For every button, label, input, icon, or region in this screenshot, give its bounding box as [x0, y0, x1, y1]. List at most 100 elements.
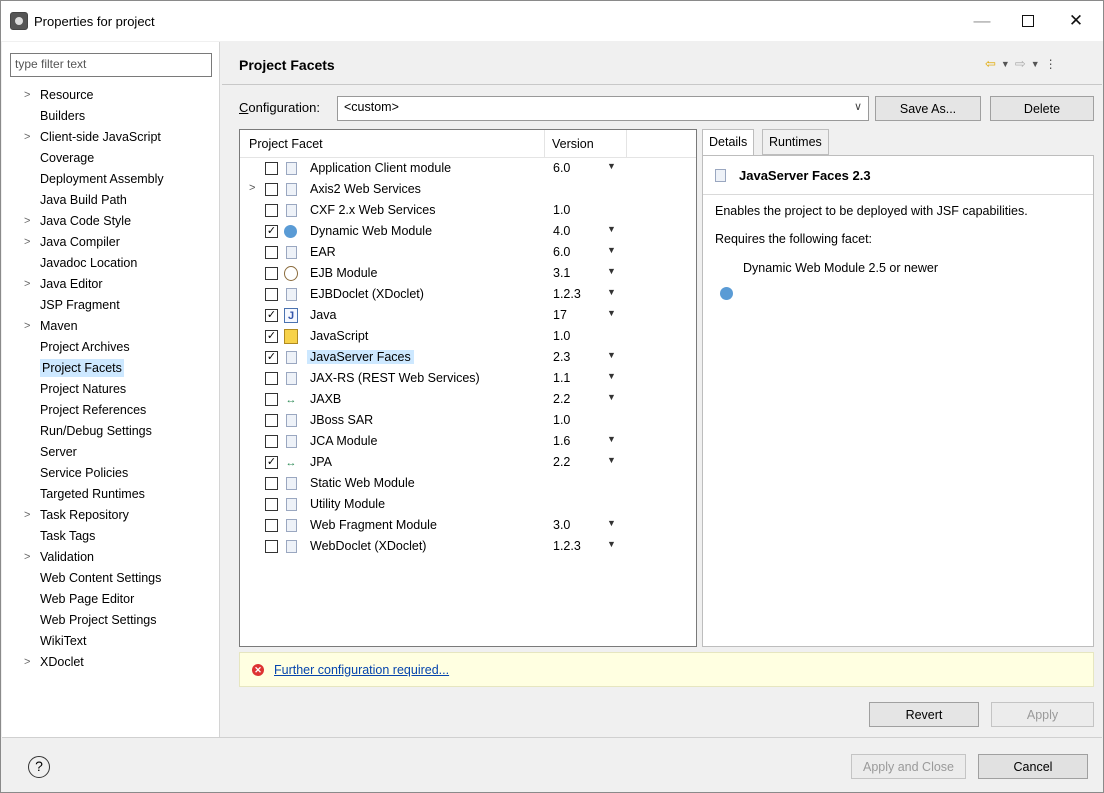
- nav-item[interactable]: Project Natures: [2, 379, 220, 400]
- nav-item[interactable]: > Java Code Style: [2, 211, 220, 232]
- expand-arrow-icon[interactable]: >: [24, 274, 30, 295]
- delete-button[interactable]: Delete: [990, 96, 1094, 121]
- forward-dropdown-icon[interactable]: ▼: [1031, 59, 1040, 69]
- facet-row[interactable]: ✓ JavaScript 1.0: [240, 326, 696, 347]
- column-header-facet[interactable]: Project Facet: [249, 137, 323, 151]
- nav-item[interactable]: Targeted Runtimes: [2, 484, 220, 505]
- facet-checkbox[interactable]: [265, 246, 278, 259]
- version-dropdown-icon[interactable]: ▼: [607, 266, 616, 276]
- configuration-select[interactable]: <custom> ∨: [337, 96, 869, 121]
- nav-item[interactable]: WikiText: [2, 631, 220, 652]
- expand-arrow-icon[interactable]: >: [24, 505, 30, 526]
- facet-version[interactable]: 1.0: [553, 413, 570, 427]
- nav-item[interactable]: > Java Editor: [2, 274, 220, 295]
- facet-checkbox[interactable]: [265, 540, 278, 553]
- nav-item[interactable]: > Maven: [2, 316, 220, 337]
- expand-arrow-icon[interactable]: >: [24, 127, 30, 148]
- expand-arrow-icon[interactable]: >: [24, 232, 30, 253]
- nav-item[interactable]: > Task Repository: [2, 505, 220, 526]
- version-dropdown-icon[interactable]: ▼: [607, 308, 616, 318]
- facet-row[interactable]: EAR 6.0 ▼: [240, 242, 696, 263]
- facet-version[interactable]: 6.0: [553, 161, 570, 175]
- revert-button[interactable]: Revert: [869, 702, 979, 727]
- facet-version[interactable]: 1.1: [553, 371, 570, 385]
- facet-checkbox[interactable]: [265, 498, 278, 511]
- cancel-button[interactable]: Cancel: [978, 754, 1088, 779]
- nav-item[interactable]: Project References: [2, 400, 220, 421]
- facet-row[interactable]: EJB Module 3.1 ▼: [240, 263, 696, 284]
- facet-version[interactable]: 17: [553, 308, 567, 322]
- apply-button[interactable]: Apply: [991, 702, 1094, 727]
- filter-input[interactable]: type filter text: [10, 53, 212, 77]
- version-dropdown-icon[interactable]: ▼: [607, 518, 616, 528]
- facet-row[interactable]: > Axis2 Web Services: [240, 179, 696, 200]
- facet-checkbox[interactable]: [265, 183, 278, 196]
- version-dropdown-icon[interactable]: ▼: [607, 371, 616, 381]
- tab-details[interactable]: Details: [702, 129, 755, 156]
- facet-row[interactable]: ✓ J Java 17 ▼: [240, 305, 696, 326]
- version-dropdown-icon[interactable]: ▼: [607, 392, 616, 402]
- tab-runtimes[interactable]: Runtimes: [762, 129, 829, 155]
- nav-item[interactable]: Task Tags: [2, 526, 220, 547]
- nav-item[interactable]: Web Page Editor: [2, 589, 220, 610]
- facet-checkbox[interactable]: ✓: [265, 456, 278, 469]
- facet-checkbox[interactable]: ✓: [265, 309, 278, 322]
- facet-version[interactable]: 3.0: [553, 518, 570, 532]
- nav-item[interactable]: Service Policies: [2, 463, 220, 484]
- facet-checkbox[interactable]: [265, 393, 278, 406]
- facet-checkbox[interactable]: [265, 477, 278, 490]
- nav-item[interactable]: > Client-side JavaScript: [2, 127, 220, 148]
- nav-item[interactable]: Java Build Path: [2, 190, 220, 211]
- nav-item[interactable]: > Validation: [2, 547, 220, 568]
- version-dropdown-icon[interactable]: ▼: [607, 287, 616, 297]
- version-dropdown-icon[interactable]: ▼: [607, 350, 616, 360]
- nav-item[interactable]: Web Project Settings: [2, 610, 220, 631]
- facet-checkbox[interactable]: [265, 267, 278, 280]
- forward-arrow-icon[interactable]: ⇨: [1015, 56, 1026, 72]
- facet-checkbox[interactable]: ✓: [265, 225, 278, 238]
- facet-row[interactable]: WebDoclet (XDoclet) 1.2.3 ▼: [240, 536, 696, 557]
- nav-item[interactable]: Coverage: [2, 148, 220, 169]
- maximize-button[interactable]: [1005, 1, 1051, 41]
- facet-checkbox[interactable]: [265, 414, 278, 427]
- facet-row[interactable]: Web Fragment Module 3.0 ▼: [240, 515, 696, 536]
- expand-arrow-icon[interactable]: >: [24, 547, 30, 568]
- facet-version[interactable]: 2.2: [553, 455, 570, 469]
- facet-checkbox[interactable]: [265, 435, 278, 448]
- facet-checkbox[interactable]: [265, 288, 278, 301]
- facet-version[interactable]: 1.0: [553, 329, 570, 343]
- facet-checkbox[interactable]: [265, 204, 278, 217]
- nav-item[interactable]: Run/Debug Settings: [2, 421, 220, 442]
- expand-arrow-icon[interactable]: >: [24, 85, 30, 106]
- nav-item[interactable]: > Resource: [2, 85, 220, 106]
- facet-version[interactable]: 1.2.3: [553, 539, 581, 553]
- nav-item[interactable]: Deployment Assembly: [2, 169, 220, 190]
- nav-item[interactable]: Server: [2, 442, 220, 463]
- save-as-button[interactable]: Save As...: [875, 96, 981, 121]
- facet-row[interactable]: ✓ JavaServer Faces 2.3 ▼: [240, 347, 696, 368]
- nav-item[interactable]: Builders: [2, 106, 220, 127]
- facet-checkbox[interactable]: ✓: [265, 351, 278, 364]
- nav-item[interactable]: Web Content Settings: [2, 568, 220, 589]
- facet-row[interactable]: JCA Module 1.6 ▼: [240, 431, 696, 452]
- expand-arrow-icon[interactable]: >: [24, 316, 30, 337]
- view-menu-icon[interactable]: ⋮: [1045, 57, 1057, 71]
- column-header-version[interactable]: Version: [552, 137, 594, 151]
- version-dropdown-icon[interactable]: ▼: [607, 245, 616, 255]
- facet-version[interactable]: 3.1: [553, 266, 570, 280]
- facet-version[interactable]: 4.0: [553, 224, 570, 238]
- nav-item[interactable]: > XDoclet: [2, 652, 220, 673]
- facet-row[interactable]: Application Client module 6.0 ▼: [240, 158, 696, 179]
- facet-row[interactable]: JAX-RS (REST Web Services) 1.1 ▼: [240, 368, 696, 389]
- facet-checkbox[interactable]: [265, 519, 278, 532]
- facet-row[interactable]: ✓ Dynamic Web Module 4.0 ▼: [240, 221, 696, 242]
- nav-item[interactable]: Javadoc Location: [2, 253, 220, 274]
- nav-item[interactable]: > Java Compiler: [2, 232, 220, 253]
- expand-arrow-icon[interactable]: >: [24, 211, 30, 232]
- facet-row[interactable]: Utility Module: [240, 494, 696, 515]
- facet-version[interactable]: 1.6: [553, 434, 570, 448]
- back-dropdown-icon[interactable]: ▼: [1001, 59, 1010, 69]
- nav-item[interactable]: Project Archives: [2, 337, 220, 358]
- expand-arrow-icon[interactable]: >: [249, 182, 255, 194]
- facet-version[interactable]: 2.2: [553, 392, 570, 406]
